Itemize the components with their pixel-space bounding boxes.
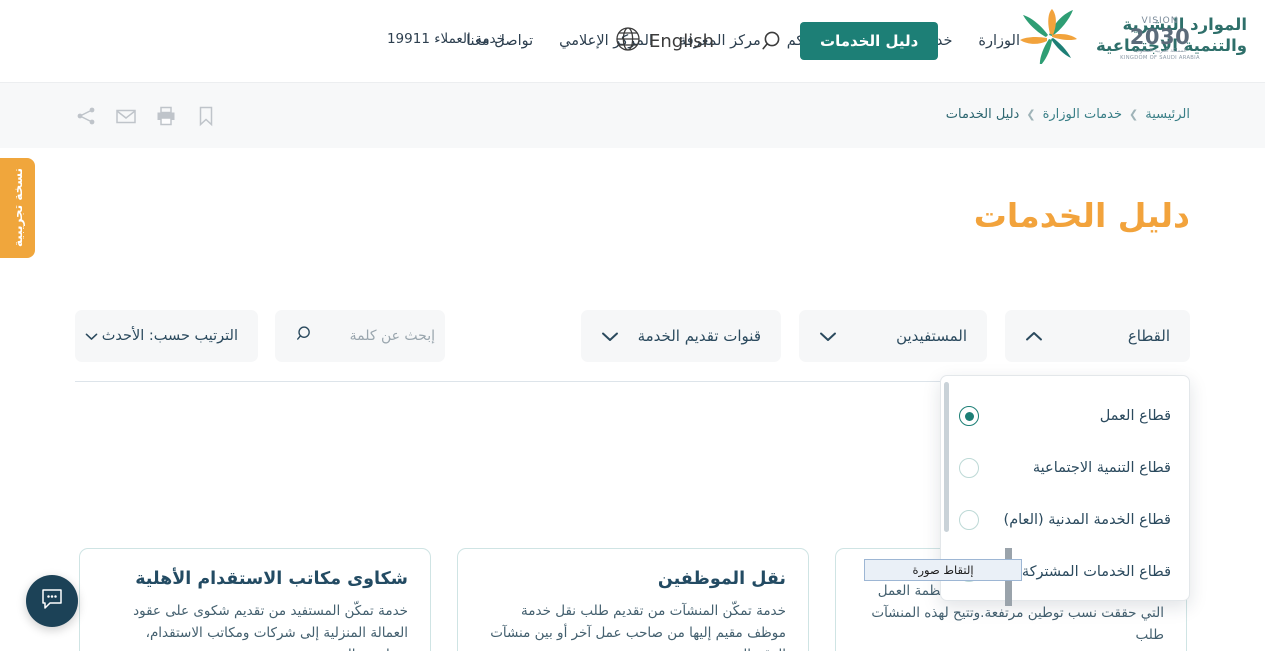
page-root: الموارد البشرية والتنمية الاجتماعية الوز… [0,0,1265,651]
filter-service-channels-label: قنوات تقديم الخدمة [637,327,761,345]
radio-button[interactable] [959,458,979,478]
chat-bubble-icon [39,586,65,616]
globe-icon [615,26,641,56]
chevron-down-icon [819,331,837,342]
sector-option-label: قطاع العمل [1099,408,1171,424]
capture-screenshot-button[interactable]: إلتقاط صورة [864,559,1022,581]
service-card-description: خدمة تمكّن المستفيد من تقديم شكوى على عق… [133,603,408,651]
vision-bottom-ar: المملكة العربية السعودية [1133,48,1187,55]
beta-version-label: نسخة تجريبية [10,168,25,248]
nav-ministry[interactable]: الوزارة [976,29,1022,53]
service-card[interactable]: نقل الموظفين خدمة تمكّن المنشآت من تقديم… [457,548,809,651]
chevron-up-icon [1025,331,1043,342]
vision-2030-logo: VISION 2030 المملكة العربية السعودية KIN… [1115,16,1205,66]
sort-dropdown[interactable]: الترتيب حسب: الأحدث [75,310,258,362]
service-card-description: خدمة تمكّن المنشآت من تقديم طلب نقل خدمة… [490,603,786,651]
radio-button[interactable] [959,510,979,530]
search-field-wrapper[interactable] [275,310,445,362]
sector-option-label: قطاع الخدمات المشتركة [1021,564,1171,580]
language-label: English [649,30,714,52]
filter-beneficiaries-label: المستفيدين [896,327,967,345]
search-icon[interactable] [295,324,315,348]
services-guide-button[interactable]: دليل الخدمات [800,22,939,60]
top-navigation-bar: الموارد البشرية والتنمية الاجتماعية الوز… [0,0,1265,82]
main-nav: الوزارة خدمات الوزارة نهتم بكم مركز المع… [464,0,1022,82]
service-card[interactable]: شكاوى مكاتب الاستقدام الأهلية خدمة تمكّن… [79,548,431,651]
breadcrumb: الرئيسية ❯ خدمات الوزارة ❯ دليل الخدمات [946,107,1190,122]
language-toggle[interactable]: English [615,26,714,56]
sector-option-label: قطاع الخدمة المدنية (العام) [1003,512,1171,528]
chevron-down-icon [85,332,98,341]
bookmark-icon[interactable] [195,105,217,127]
mhrsd-starburst-logo [1012,8,1086,66]
filter-service-channels[interactable]: قنوات تقديم الخدمة [581,310,781,362]
customer-service-phone[interactable]: خدمة العملاء 19911 [387,31,505,47]
email-icon[interactable] [115,105,137,127]
filter-sector[interactable]: القطاع [1005,310,1190,362]
share-icon[interactable] [75,105,97,127]
filter-sector-label: القطاع [1127,327,1170,345]
sector-option-civil-service[interactable]: قطاع الخدمة المدنية (العام) [941,494,1189,546]
chat-widget-button[interactable] [26,575,78,627]
sector-option-label: قطاع التنمية الاجتماعية [1032,460,1171,476]
sector-option-social-development[interactable]: قطاع التنمية الاجتماعية [941,442,1189,494]
beta-version-tab[interactable]: نسخة تجريبية [0,158,35,258]
sort-dropdown-label: الترتيب حسب: الأحدث [101,328,238,344]
search-icon[interactable] [760,28,788,56]
breadcrumb-ministry-services[interactable]: خدمات الوزارة [1043,107,1122,122]
breadcrumb-separator-icon: ❯ [1026,108,1036,121]
vision-bottom-en: KINGDOM OF SAUDI ARABIA [1120,54,1200,61]
breadcrumb-bar: الرئيسية ❯ خدمات الوزارة ❯ دليل الخدمات [0,82,1265,148]
search-input[interactable] [323,328,435,344]
dropdown-scrollbar[interactable] [944,382,949,532]
print-icon[interactable] [155,105,177,127]
vision-main-text: 2030 [1129,25,1191,49]
hero-section: دليل الخدمات [0,148,1265,283]
chevron-down-icon [601,331,619,342]
radio-button-selected[interactable] [959,406,979,426]
breadcrumb-services-guide[interactable]: دليل الخدمات [946,107,1020,122]
breadcrumb-separator-icon: ❯ [1129,108,1139,121]
service-card-title: شكاوى مكاتب الاستقدام الأهلية [135,569,408,589]
page-tools [75,105,217,127]
page-title: دليل الخدمات [973,196,1190,235]
filter-beneficiaries[interactable]: المستفيدين [799,310,987,362]
breadcrumb-home[interactable]: الرئيسية [1145,107,1190,122]
service-card-title: نقل الموظفين [657,569,786,589]
filter-bar: القطاع المستفيدين قنوات تقديم الخدمة إبح… [0,310,1265,362]
sector-option-work[interactable]: قطاع العمل [941,390,1189,442]
